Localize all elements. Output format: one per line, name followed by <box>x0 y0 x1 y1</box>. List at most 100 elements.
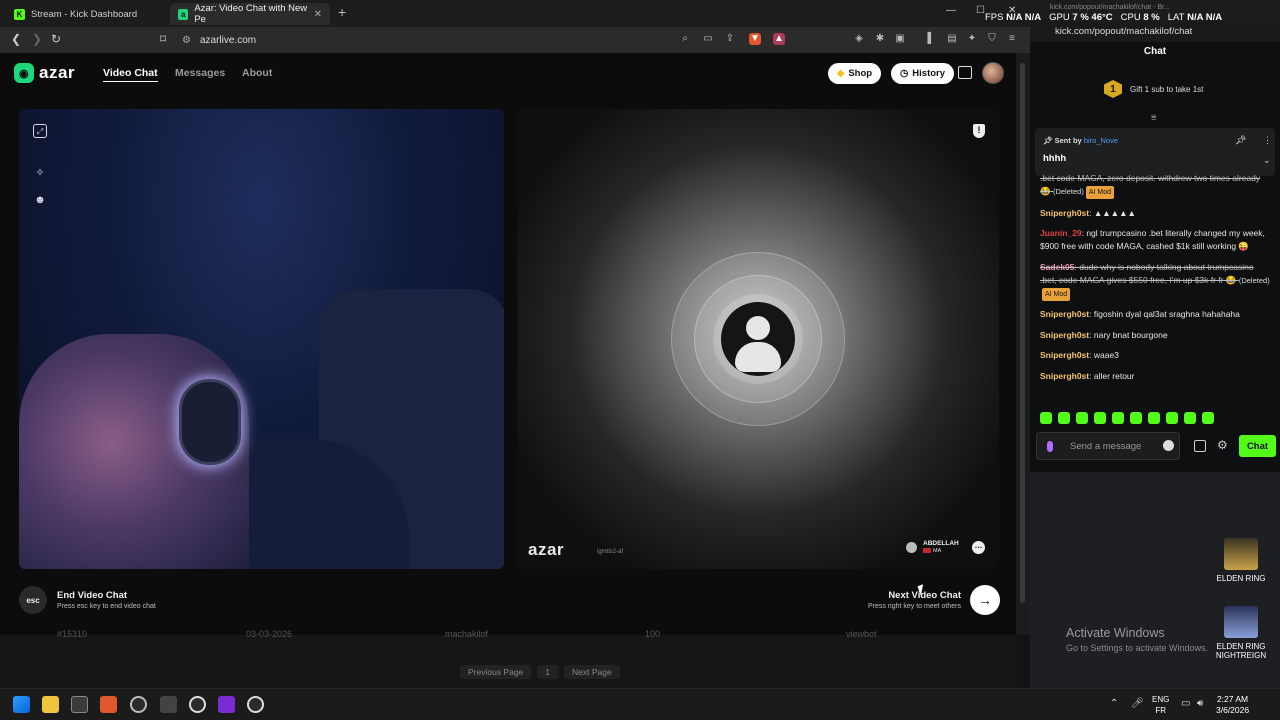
store-icon[interactable] <box>71 696 88 713</box>
bookmark-icon[interactable]: ⌑ <box>160 32 166 46</box>
nav-messages[interactable]: Messages <box>175 67 225 79</box>
chat-username[interactable]: Snipergh0st <box>1040 371 1089 381</box>
chat-input[interactable]: Send a message <box>1036 432 1180 460</box>
reload-icon[interactable]: ↻ <box>51 32 61 46</box>
emote-icon[interactable] <box>1058 412 1070 424</box>
emote-icon[interactable] <box>1040 412 1052 424</box>
cast-icon[interactable]: ▭ <box>702 33 714 45</box>
pinned-user[interactable]: biro_Nove <box>1084 136 1118 145</box>
gift-sub-banner[interactable]: 1 Gift 1 sub to take 1st <box>1104 80 1203 98</box>
emote-icon[interactable] <box>1184 412 1196 424</box>
chat-message[interactable]: .bet code MAGA, zero deposit. withdrew t… <box>1040 172 1272 199</box>
chat-message[interactable]: Juanin_29: ngl trumpcasino .bet literall… <box>1040 227 1272 253</box>
pinned-message[interactable]: 📌︎ Sent by biro_Nove hhhh 📌︎ ⋮ ⌄ <box>1035 128 1275 176</box>
gear-icon[interactable]: ⚙ <box>1217 438 1228 452</box>
shield-icon[interactable]: ⛉ <box>986 33 998 45</box>
nav-video-chat[interactable]: Video Chat <box>103 67 158 82</box>
chat-username[interactable]: Snipergh0st <box>1040 309 1089 319</box>
windows-start-icon[interactable] <box>13 696 30 713</box>
wallet-icon[interactable]: ▤ <box>946 33 958 45</box>
screenshot-icon[interactable]: ▣ <box>894 33 906 45</box>
avatar[interactable] <box>982 62 1004 84</box>
chat-username[interactable]: Juanin_29 <box>1040 228 1082 238</box>
page-scrollbar[interactable] <box>1016 53 1030 635</box>
site-info-icon[interactable]: ⚙ <box>182 35 191 46</box>
emote-icon[interactable] <box>1094 412 1106 424</box>
effect-face-icon[interactable]: ☻ <box>33 193 47 207</box>
emote-icon[interactable] <box>1076 412 1088 424</box>
end-chat-title[interactable]: End Video Chat <box>57 590 127 601</box>
emote-icon[interactable] <box>1130 412 1142 424</box>
language-indicator[interactable]: ENG FR <box>1152 694 1169 716</box>
share-icon[interactable]: ⇪ <box>724 33 736 45</box>
brave-icon[interactable] <box>100 696 117 713</box>
chat-message[interactable]: Snipergh0st: waae3 <box>1040 349 1272 362</box>
chat-message[interactable]: Snipergh0st: nary bnat bourgone <box>1040 329 1272 342</box>
previous-page-button[interactable]: Previous Page <box>460 665 532 679</box>
page-number[interactable]: 1 <box>537 665 559 679</box>
emote-icon[interactable] <box>1148 412 1160 424</box>
desktop-icon-nightreign[interactable]: ELDEN RING NIGHTREIGN <box>1211 606 1271 660</box>
next-page-button[interactable]: Next Page <box>564 665 620 679</box>
expand-icon[interactable]: ⤢ <box>33 124 47 138</box>
vpn-icon[interactable]: ◈ <box>853 33 865 45</box>
tab-kick-dashboard[interactable]: K Stream - Kick Dashboard <box>6 3 166 25</box>
magic-wand-icon[interactable]: ✧ <box>33 166 47 180</box>
zoom-icon[interactable]: ⌕ <box>679 33 691 45</box>
nav-about[interactable]: About <box>242 67 272 79</box>
chat-message[interactable]: Snipergh0st: aller retour <box>1040 370 1272 383</box>
chat-username[interactable]: Sadek05 <box>1040 262 1075 272</box>
shop-button[interactable]: ◆ Shop <box>828 63 882 84</box>
chat-username[interactable]: Snipergh0st <box>1040 330 1089 340</box>
emoji-icon[interactable] <box>1163 440 1174 451</box>
url-field[interactable]: ⚙ azarlive.com <box>182 31 702 49</box>
network-icon[interactable]: ▭ <box>1181 698 1190 709</box>
close-tab-icon[interactable]: ✕ <box>314 9 322 20</box>
peer-info[interactable]: ABDELLAH MA <box>906 540 959 554</box>
report-icon[interactable]: ! <box>973 124 985 138</box>
end-chat-key[interactable]: esc <box>19 586 47 614</box>
more-vertical-icon[interactable]: ⋮ <box>1263 135 1272 146</box>
next-app-icon[interactable] <box>218 696 235 713</box>
gift-icon[interactable] <box>1194 440 1206 452</box>
app-icon[interactable] <box>160 696 177 713</box>
next-chat-button[interactable]: → <box>970 585 1000 615</box>
kick-address[interactable]: kick.com/popout/machakilof/chat <box>1030 22 1280 42</box>
tray-chevron-icon[interactable]: ⌃ <box>1110 698 1118 709</box>
history-button[interactable]: ◷ History <box>891 63 955 84</box>
extensions-icon[interactable]: ✱ <box>874 33 886 45</box>
forward-icon[interactable]: ❯ <box>32 32 42 46</box>
minimize-icon[interactable]: — <box>946 5 956 16</box>
volume-icon[interactable]: 🔊︎ <box>1197 698 1203 709</box>
back-icon[interactable]: ❮ <box>11 32 21 46</box>
tab-azar[interactable]: a Azar: Video Chat with New Pe ✕ <box>170 3 330 25</box>
emote-icon[interactable] <box>1202 412 1214 424</box>
chat-message[interactable]: Sadek05: dude why is nobody talking abou… <box>1040 261 1272 301</box>
menu-icon[interactable]: ≡ <box>1006 33 1018 45</box>
inbox-icon[interactable] <box>958 66 972 79</box>
brave-shields-icon[interactable]: ▼ <box>749 33 761 45</box>
filter-icon[interactable]: ⩸ <box>1151 112 1156 123</box>
desktop-icon-elden-ring[interactable]: ELDEN RING <box>1211 538 1271 583</box>
microphone-icon[interactable]: 🎤︎ <box>1131 698 1144 709</box>
pin-icon[interactable]: 📌︎ <box>1235 135 1246 146</box>
more-options-icon[interactable]: … <box>972 541 985 554</box>
chat-message[interactable]: Snipergh0st: figoshin dyal qal3at sraghn… <box>1040 308 1272 321</box>
brave-rewards-icon[interactable]: ▲ <box>773 33 785 45</box>
azar-logo[interactable]: ◉ azar <box>14 63 75 83</box>
send-chat-button[interactable]: Chat <box>1239 435 1276 457</box>
emote-icon[interactable] <box>1112 412 1124 424</box>
chat-message[interactable]: Snipergh0st: ▲▲▲▲▲ <box>1040 207 1272 220</box>
new-tab-icon[interactable]: + <box>338 4 346 20</box>
gx-icon[interactable] <box>189 696 206 713</box>
gx-icon-2[interactable] <box>247 696 264 713</box>
mic-icon[interactable] <box>1047 441 1053 452</box>
system-clock[interactable]: 2:27 AM 3/6/2026 <box>1216 694 1249 716</box>
chat-username[interactable]: Snipergh0st <box>1040 350 1089 360</box>
file-explorer-icon[interactable] <box>42 696 59 713</box>
emote-icon[interactable] <box>1166 412 1178 424</box>
leo-ai-icon[interactable]: ✦ <box>966 33 978 45</box>
steam-icon[interactable] <box>130 696 147 713</box>
maximize-icon[interactable]: ☐ <box>976 5 985 16</box>
chat-username[interactable]: Snipergh0st <box>1040 208 1089 218</box>
